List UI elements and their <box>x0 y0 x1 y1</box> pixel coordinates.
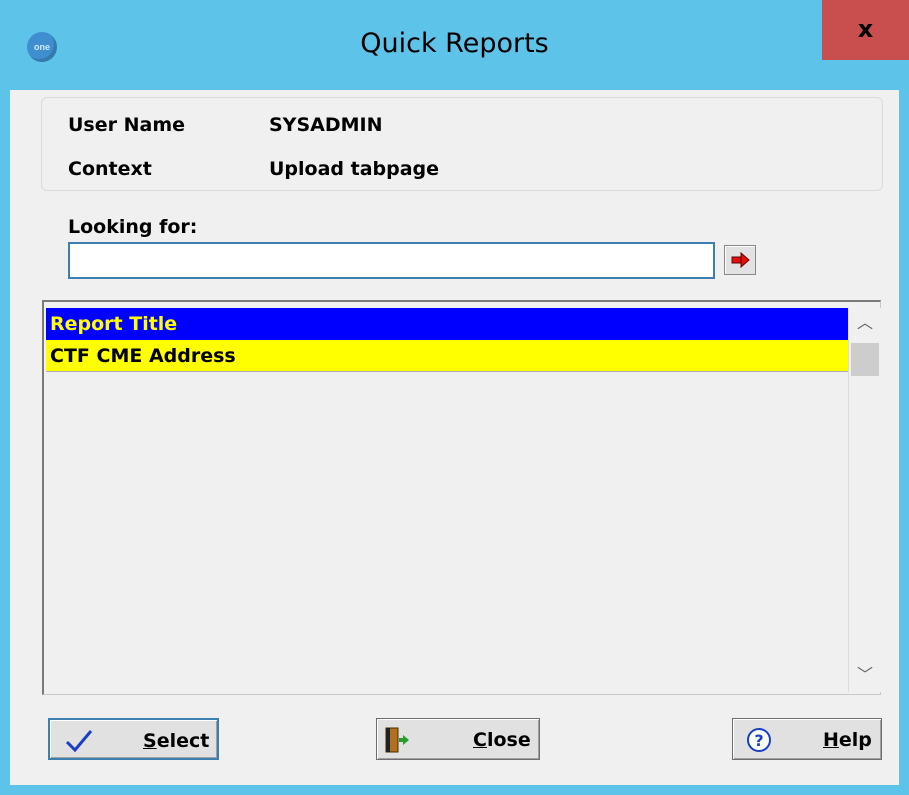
dialog-body: User Name SYSADMIN Context Upload tabpag… <box>10 90 899 785</box>
svg-text:?: ? <box>754 731 763 750</box>
report-title-header: Report Title <box>46 308 848 340</box>
context-value: Upload tabpage <box>269 158 440 180</box>
scroll-thumb[interactable] <box>851 343 879 376</box>
help-question-icon: ? <box>747 728 771 752</box>
looking-for-input[interactable] <box>68 242 715 279</box>
vertical-scrollbar[interactable]: ︿ ﹀ <box>848 308 881 692</box>
user-name-label: User Name <box>68 114 186 136</box>
search-go-button[interactable] <box>724 245 756 275</box>
title-bar[interactable]: one Quick Reports x <box>0 0 909 90</box>
close-button-label: Close <box>473 729 531 751</box>
help-button-label: Help <box>823 729 872 751</box>
chevron-down-icon[interactable]: ﹀ <box>849 660 881 692</box>
report-list[interactable]: Report Title CTF CME Address ︿ ﹀ <box>42 300 881 695</box>
checkmark-icon <box>65 730 93 753</box>
quick-reports-window: one Quick Reports x User Name SYSADMIN C… <box>0 0 909 795</box>
exit-door-icon <box>385 727 409 753</box>
help-button[interactable]: ? Help <box>732 718 882 760</box>
select-button-label: Select <box>143 730 210 752</box>
select-button[interactable]: Select <box>48 718 219 760</box>
window-title: Quick Reports <box>360 28 549 59</box>
list-item[interactable]: CTF CME Address <box>46 340 848 372</box>
chevron-up-icon[interactable]: ︿ <box>849 308 881 340</box>
close-window-button[interactable]: x <box>822 0 909 60</box>
user-name-value: SYSADMIN <box>269 114 383 136</box>
close-button[interactable]: Close <box>376 718 540 760</box>
looking-for-label: Looking for: <box>68 216 198 238</box>
red-arrow-right-icon <box>731 251 750 269</box>
context-label: Context <box>68 158 152 180</box>
info-panel <box>41 97 883 191</box>
